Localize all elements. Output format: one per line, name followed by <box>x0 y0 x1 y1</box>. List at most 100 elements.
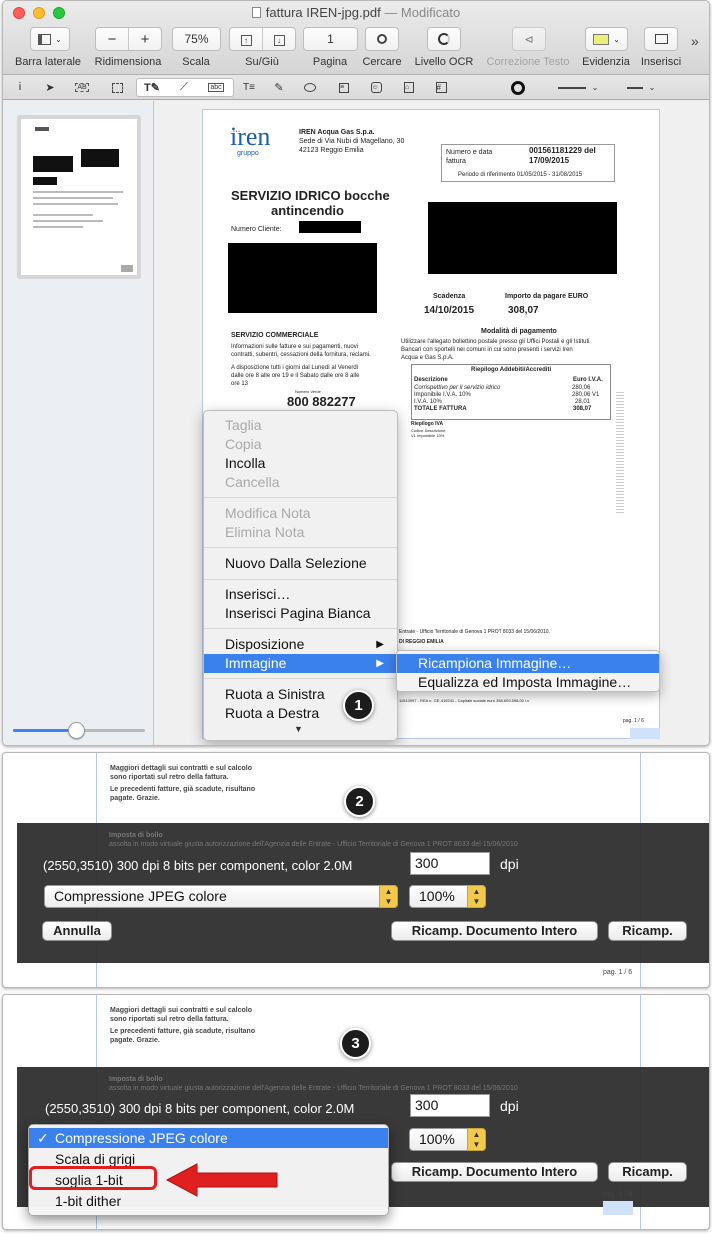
insert-label: Inserisci <box>640 56 682 68</box>
ocr-button[interactable] <box>427 27 461 51</box>
zoom-in-button[interactable]: + <box>129 31 161 48</box>
bg-text-line1: Maggiori dettagli sui contratti e sul ca… <box>110 1007 252 1014</box>
chevron-down-icon: ⌄ <box>591 83 599 92</box>
updown-stepper-icon: ▲ ▼ <box>467 1128 486 1151</box>
payment-text3: Acqua e Gas S.p.A. <box>401 355 454 361</box>
bg-page-number: pag. 1 / 6 <box>603 1191 633 1198</box>
text-select-tool[interactable]: Ꭵ <box>11 78 29 97</box>
sidebar-toggle-button[interactable]: ⌄ <box>30 27 70 51</box>
resample-whole-document-button[interactable]: Ricamp. Documento Intero <box>391 921 598 941</box>
step-badge: 2 <box>344 786 375 817</box>
due-date-label: Scadenza <box>433 293 466 300</box>
menu-item-cancel[interactable]: Cancella <box>204 473 397 492</box>
note-tool[interactable] <box>300 78 320 97</box>
stamp-tool[interactable]: ☺ <box>366 78 386 97</box>
text-tool[interactable]: T✎ <box>141 78 163 97</box>
menu-item-cut[interactable]: Taglia <box>204 416 397 435</box>
title-text: fattura IREN-jpg.pdf <box>265 5 381 20</box>
scroll-down-icon[interactable]: ▼ <box>294 724 303 734</box>
shape-style-button[interactable] <box>509 78 527 97</box>
speech-bubble-icon <box>304 83 316 92</box>
rect-select-tool[interactable] <box>108 78 126 97</box>
page-thumbnail[interactable] <box>17 115 141 279</box>
highlight-button[interactable]: ⌄ <box>585 27 628 51</box>
resample-button[interactable]: Ricamp. <box>608 921 687 941</box>
cancel-button[interactable]: Annulla <box>42 921 112 941</box>
compression-popup[interactable]: Compressione JPEG colore ▲ ▼ <box>44 885 398 908</box>
menu-item-equalize-image[interactable]: Equalizza ed Imposta Immagine… <box>397 673 659 692</box>
stamp-icon: ☺ <box>370 82 382 93</box>
step-badge: 1 <box>343 690 374 721</box>
menu-item-paste[interactable]: Incolla <box>204 454 397 473</box>
updown-stepper-icon: ▲ ▼ <box>379 885 398 908</box>
commercial-text1: Informazioni sulle fatture e sui pagamen… <box>231 344 359 350</box>
menu-item-image[interactable]: Immagine ▶ <box>204 654 397 673</box>
barcode-vertical <box>616 390 624 515</box>
menu-item-edit-note[interactable]: Modifica Nota <box>204 504 397 523</box>
page-down-button[interactable]: ↓ <box>263 32 295 46</box>
menu-item-delete-note[interactable]: Elimina Nota <box>204 523 397 542</box>
recipient-redacted <box>228 243 377 313</box>
redact-tool[interactable]: ⟋ <box>173 78 195 97</box>
bg-text-line6: assolta in modo virtuale giusta autorizz… <box>109 1085 518 1092</box>
summary-row-value: 280,06 V1 <box>572 392 600 398</box>
page-up-button[interactable]: ↑ <box>230 32 262 46</box>
document-icon <box>251 7 261 18</box>
menu-item-resample-image[interactable]: Ricampiona Immagine… <box>397 654 659 673</box>
dpi-label: dpi <box>500 1098 519 1114</box>
line-style-dropdown[interactable]: ⌄ <box>553 78 603 97</box>
bg-text-line1: Maggiori dettagli sui contratti e sul ca… <box>110 765 252 772</box>
quality-popup[interactable]: 100% ▲ ▼ <box>409 885 486 908</box>
spellcheck-tool[interactable]: abc <box>205 78 227 97</box>
ocr-select-tool[interactable]: AB <box>71 78 93 97</box>
resample-whole-document-button[interactable]: Ricamp. Documento Intero <box>391 1162 598 1182</box>
menu-item-arrange[interactable]: Disposizione ▶ <box>204 635 397 654</box>
correct-text-button[interactable]: ⊲ <box>512 27 546 51</box>
pointer-tool[interactable]: ➤ <box>41 78 59 97</box>
quality-popup-value: 100% <box>419 1131 455 1147</box>
marquee-icon <box>111 82 123 93</box>
line-icon <box>557 86 586 89</box>
page-indicator <box>630 728 660 739</box>
sidebar-label: Barra laterale <box>14 56 82 68</box>
pen-tool[interactable]: ✎ <box>269 78 289 97</box>
resize-group: − + <box>95 27 162 51</box>
menu-item-insert[interactable]: Inserisci… <box>204 585 397 604</box>
dpi-input[interactable]: 300 <box>410 1094 490 1117</box>
chevron-down-icon: ⌄ <box>613 34 620 44</box>
footer-line1: Entrate - Ufficio Territoriale di Genova… <box>399 629 550 635</box>
company-name: IREN Acqua Gas S.p.a. <box>299 129 375 136</box>
slider-knob[interactable] <box>68 722 85 739</box>
dpi-input[interactable]: 300 <box>410 852 490 875</box>
resample-button[interactable]: Ricamp. <box>608 1162 687 1182</box>
updown-stepper-icon: ▲ ▼ <box>467 885 486 908</box>
text-field-tool[interactable]: T≡ <box>239 78 259 97</box>
invoice-number-value: 001561181229 del 17/09/2015 <box>529 146 596 165</box>
zoom-out-button[interactable]: − <box>96 31 128 48</box>
insert-button[interactable] <box>644 27 678 51</box>
resize-label: Ridimensiona <box>94 56 162 68</box>
bg-text-line3: Le precedenti fatture, già scadute, risu… <box>110 1028 256 1035</box>
chevron-down-icon: ⌄ <box>648 83 656 92</box>
attachment-tool[interactable]: ⌂ <box>399 78 419 97</box>
page-label: Pagina <box>312 56 348 68</box>
menu-item-copy[interactable]: Copia <box>204 435 397 454</box>
client-number-redacted <box>299 221 361 233</box>
menu-item-insert-blank[interactable]: Inserisci Pagina Bianca <box>204 604 397 623</box>
arrow-style-dropdown[interactable]: ⌄ <box>621 78 661 97</box>
company-address1: Sede di Via Nubi di Magellano, 30 <box>299 138 405 145</box>
page-field[interactable]: 1 <box>303 27 358 51</box>
search-button[interactable] <box>365 27 399 51</box>
bg-text-line2: sono riportati sul retro della fattura. <box>110 1016 229 1023</box>
quality-popup[interactable]: 100% ▲ ▼ <box>409 1128 486 1151</box>
menu-item-new-from-selection[interactable]: Nuovo Dalla Selezione <box>204 554 397 573</box>
option-jpeg-color[interactable]: ✓ Compressione JPEG colore <box>29 1128 388 1148</box>
highlight-label: Evidenzia <box>582 56 630 68</box>
page-number: pag. 1 / 6 <box>623 718 644 724</box>
thumbnail-size-slider[interactable] <box>13 722 145 739</box>
toolbar-overflow-button[interactable]: » <box>691 33 699 49</box>
list-tool[interactable]: ≡ <box>334 78 354 97</box>
scale-field[interactable]: 75% <box>172 27 221 51</box>
number-tool[interactable]: # <box>431 78 451 97</box>
ocr-icon <box>438 33 450 45</box>
